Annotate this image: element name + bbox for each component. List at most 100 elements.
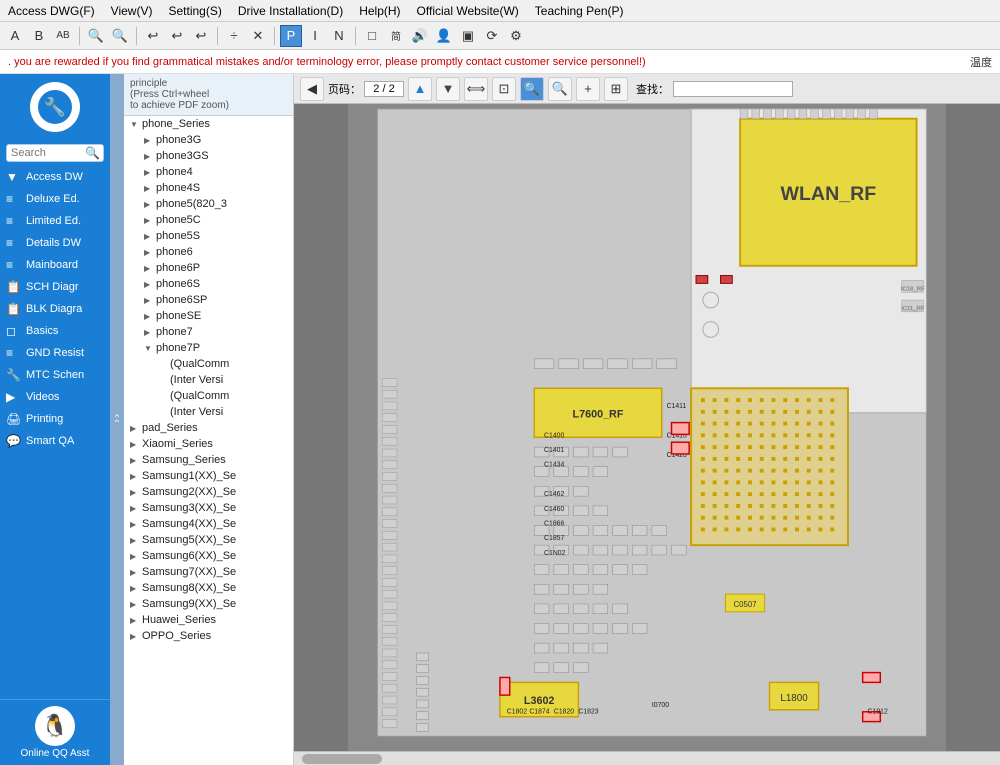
sidebar-item-access-dw[interactable]: ▼ Access DW bbox=[0, 166, 110, 188]
menu-help[interactable]: Help(H) bbox=[355, 4, 404, 18]
tree-item[interactable]: ▶Huawei_Series bbox=[124, 612, 293, 628]
menu-website[interactable]: Official Website(W) bbox=[413, 4, 523, 18]
tree-item[interactable]: ▶phone5(820_3 bbox=[124, 196, 293, 212]
tree-item[interactable]: ▶OPPO_Series bbox=[124, 628, 293, 644]
tree-item[interactable]: ▶Samsung3(XX)_Se bbox=[124, 500, 293, 516]
toolbar-btn-zoom2[interactable]: 🔍 bbox=[109, 25, 131, 47]
tree-item[interactable]: ▼phone_Series bbox=[124, 116, 293, 132]
menu-drive[interactable]: Drive Installation(D) bbox=[234, 4, 347, 18]
tree-item[interactable]: ▶phone6S bbox=[124, 276, 293, 292]
svg-text:C1802: C1802 bbox=[507, 709, 527, 716]
pdf-down-arrow[interactable]: ▼ bbox=[436, 77, 460, 101]
sidebar-item-printing[interactable]: 🖨 Printing bbox=[0, 408, 110, 430]
pdf-search-input[interactable] bbox=[673, 81, 793, 97]
horizontal-scrollbar[interactable] bbox=[294, 751, 1000, 765]
toolbar-btn-x[interactable]: ✕ bbox=[247, 25, 269, 47]
tree-item[interactable]: ▶Xiaomi_Series bbox=[124, 436, 293, 452]
tree-item[interactable]: ▶phone3GS bbox=[124, 148, 293, 164]
toolbar-btn-ab[interactable]: AB bbox=[52, 25, 74, 47]
tree-item[interactable]: (Inter Versi bbox=[124, 372, 293, 388]
pdf-zoom-in[interactable]: 🔍 bbox=[520, 77, 544, 101]
toolbar-btn-user[interactable]: 👤 bbox=[433, 25, 455, 47]
tree-item[interactable]: ▶Samsung7(XX)_Se bbox=[124, 564, 293, 580]
sidebar-item-mainboard[interactable]: ≡ Mainboard bbox=[0, 254, 110, 276]
tree-item[interactable]: ▶phone4 bbox=[124, 164, 293, 180]
pdf-nav-prev[interactable]: ◀ bbox=[300, 77, 324, 101]
tree-item[interactable]: ▶phone5C bbox=[124, 212, 293, 228]
tree-item[interactable]: ▶phone6P bbox=[124, 260, 293, 276]
tree-item[interactable]: ▶Samsung8(XX)_Se bbox=[124, 580, 293, 596]
sidebar-item-blk[interactable]: 📋 BLK Diagra bbox=[0, 298, 110, 320]
svg-text:🔧: 🔧 bbox=[44, 96, 66, 117]
qq-area[interactable]: 🐧 Online QQ Asst bbox=[0, 699, 110, 765]
tree-item[interactable]: (QualComm bbox=[124, 356, 293, 372]
tree-item[interactable]: ▼phone7P bbox=[124, 340, 293, 356]
toolbar-btn-p[interactable]: P bbox=[280, 25, 302, 47]
nav-label: Limited Ed. bbox=[26, 215, 81, 227]
tree-item[interactable]: ▶Samsung5(XX)_Se bbox=[124, 532, 293, 548]
sidebar-item-sch[interactable]: 📋 SCH Diagr bbox=[0, 276, 110, 298]
menu-view[interactable]: View(V) bbox=[107, 4, 157, 18]
tree-item[interactable]: ▶pad_Series bbox=[124, 420, 293, 436]
tree-item[interactable]: ▶phone5S bbox=[124, 228, 293, 244]
tree-item[interactable]: ▶Samsung2(XX)_Se bbox=[124, 484, 293, 500]
nav-label: Videos bbox=[26, 391, 59, 403]
pdf-fit-width[interactable]: ⟺ bbox=[464, 77, 488, 101]
scrollbar-thumb[interactable] bbox=[302, 754, 382, 764]
toolbar-btn-b[interactable]: B bbox=[28, 25, 50, 47]
pdf-zoom-more[interactable]: + bbox=[576, 77, 600, 101]
tree-item[interactable]: ▶Samsung9(XX)_Se bbox=[124, 596, 293, 612]
tree-item[interactable]: ▶phone3G bbox=[124, 132, 293, 148]
tree-item[interactable]: ▶Samsung4(XX)_Se bbox=[124, 516, 293, 532]
menu-access-dwg[interactable]: Access DWG(F) bbox=[4, 4, 99, 18]
toolbar-btn-i[interactable]: I bbox=[304, 25, 326, 47]
tree-item[interactable]: ▶Samsung_Series bbox=[124, 452, 293, 468]
pdf-fit-page[interactable]: ⊡ bbox=[492, 77, 516, 101]
tree-item[interactable]: ▶phoneSE bbox=[124, 308, 293, 324]
tree-item[interactable]: ▶phone6SP bbox=[124, 292, 293, 308]
toolbar-btn-undo3[interactable]: ↩ bbox=[190, 25, 212, 47]
sidebar-collapse-handle[interactable]: ‹‹ bbox=[110, 74, 124, 765]
tree-item[interactable]: ▶phone4S bbox=[124, 180, 293, 196]
page-input[interactable] bbox=[364, 81, 404, 97]
tree-item[interactable]: ▶phone7 bbox=[124, 324, 293, 340]
toolbar-btn-settings[interactable]: ⚙ bbox=[505, 25, 527, 47]
sidebar-item-limited[interactable]: ≡ Limited Ed. bbox=[0, 210, 110, 232]
pdf-zoom-out[interactable]: 🔍 bbox=[548, 77, 572, 101]
nav-label: BLK Diagra bbox=[26, 303, 82, 315]
sidebar-item-deluxe[interactable]: ≡ Deluxe Ed. bbox=[0, 188, 110, 210]
toolbar-btn-audio[interactable]: 🔊 bbox=[409, 25, 431, 47]
toolbar-btn-simple[interactable]: 简 bbox=[385, 25, 407, 47]
toolbar-sep-1 bbox=[79, 27, 80, 45]
menu-teaching-pen[interactable]: Teaching Pen(P) bbox=[531, 4, 628, 18]
tree-scroll[interactable]: ▼phone_Series▶phone3G▶phone3GS▶phone4▶ph… bbox=[124, 116, 293, 765]
tree-item[interactable]: (Inter Versi bbox=[124, 404, 293, 420]
sidebar-item-smart-qa[interactable]: 💬 Smart QA bbox=[0, 430, 110, 452]
sidebar-item-details[interactable]: ≡ Details DW bbox=[0, 232, 110, 254]
tree-item[interactable]: ▶phone6 bbox=[124, 244, 293, 260]
sidebar: 🔧 🔍 ▼ Access DW ≡ Deluxe Ed. ≡ Limited E… bbox=[0, 74, 110, 765]
pdf-fullscreen[interactable]: ⊞ bbox=[604, 77, 628, 101]
nav-label: MTC Schen bbox=[26, 369, 84, 381]
pcb-canvas-area[interactable]: WLAN_RF L7600_RF bbox=[294, 104, 1000, 751]
toolbar-btn-a[interactable]: A bbox=[4, 25, 26, 47]
toolbar-btn-rect[interactable]: □ bbox=[361, 25, 383, 47]
menu-setting[interactable]: Setting(S) bbox=[164, 4, 225, 18]
sidebar-item-videos[interactable]: ▶ Videos bbox=[0, 386, 110, 408]
sidebar-item-gnd[interactable]: ≡ GND Resist bbox=[0, 342, 110, 364]
tree-item[interactable]: ▶Samsung1(XX)_Se bbox=[124, 468, 293, 484]
toolbar-btn-undo2[interactable]: ↩ bbox=[166, 25, 188, 47]
toolbar-btn-undo1[interactable]: ↩ bbox=[142, 25, 164, 47]
svg-text:L1800: L1800 bbox=[780, 693, 808, 704]
toolbar-btn-grid[interactable]: ▣ bbox=[457, 25, 479, 47]
toolbar-btn-n[interactable]: N bbox=[328, 25, 350, 47]
tree-header: principle (Press Ctrl+wheel to achieve P… bbox=[124, 74, 293, 116]
toolbar-btn-zoom1[interactable]: 🔍 bbox=[85, 25, 107, 47]
toolbar-btn-refresh[interactable]: ⟳ bbox=[481, 25, 503, 47]
tree-item[interactable]: ▶Samsung6(XX)_Se bbox=[124, 548, 293, 564]
sidebar-item-mtc[interactable]: 🔧 MTC Schen bbox=[0, 364, 110, 386]
pdf-up-arrow[interactable]: ▲ bbox=[408, 77, 432, 101]
sidebar-item-basics[interactable]: ◻ Basics bbox=[0, 320, 110, 342]
tree-item[interactable]: (QualComm bbox=[124, 388, 293, 404]
toolbar-btn-div[interactable]: ÷ bbox=[223, 25, 245, 47]
